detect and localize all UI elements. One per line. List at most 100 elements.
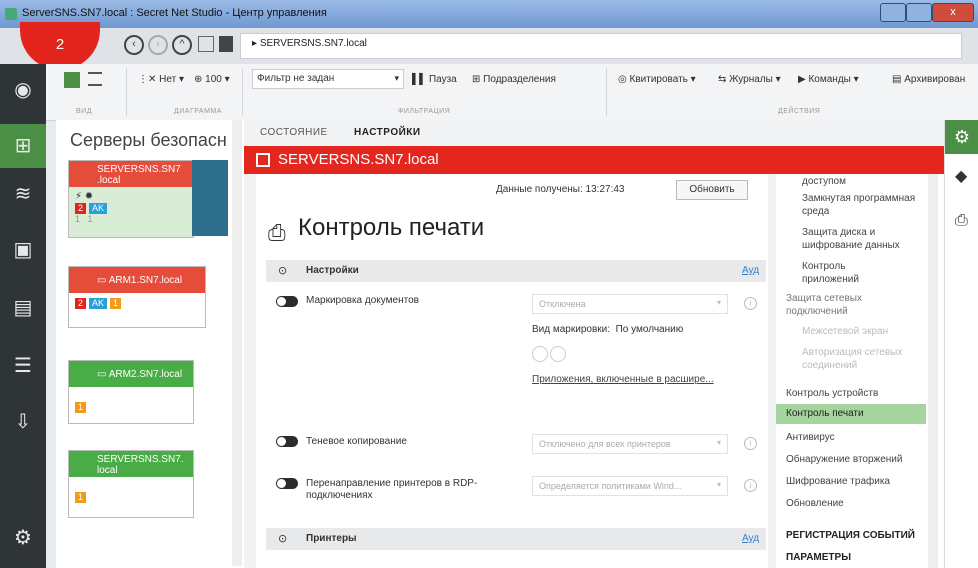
pause-label: Пауза — [428, 74, 457, 85]
nav-item[interactable]: Защита диска и шифрование данных — [802, 226, 922, 252]
badge-ak: AK — [89, 298, 108, 309]
mark-type-label: Вид маркировки: — [532, 324, 611, 335]
user-icon[interactable]: ◉ — [11, 78, 35, 102]
mark-type-row: Вид маркировки: По умолчанию — [532, 324, 683, 335]
address-bar: ‹ › ^ ▸ SERVERSNS.SN7.local — [0, 28, 978, 65]
received-label: Данные получены: — [496, 184, 583, 195]
info-icon[interactable]: i — [744, 479, 757, 492]
info-icon[interactable]: i — [744, 437, 757, 450]
tab-status[interactable]: СОСТОЯНИЕ — [260, 127, 328, 138]
main-panel: СОСТОЯНИЕ НАСТРОЙКИ SERVERSNS.SN7.local … — [244, 120, 944, 568]
filter-select[interactable]: Фильтр не задан ▾ — [252, 69, 404, 89]
page-title: Контроль печати — [298, 214, 485, 241]
nav-item[interactable]: Обновление — [786, 498, 844, 509]
separator — [242, 68, 243, 116]
nav-item[interactable]: Обнаружение вторжений — [786, 454, 902, 465]
card-actions[interactable] — [192, 160, 228, 236]
edit-icon[interactable] — [550, 346, 566, 362]
server-card[interactable]: SERVERSNS.SN7. local 1 — [68, 450, 194, 518]
scrollbar[interactable] — [232, 120, 242, 566]
journal-icon[interactable]: ▤ — [11, 296, 35, 320]
toggle-switch[interactable] — [276, 478, 298, 489]
filtration-caption: ФИЛЬТРАЦИЯ — [398, 108, 451, 115]
ack-button[interactable]: ◎ Квитировать ▾ — [618, 74, 696, 85]
back-icon[interactable]: ‹ — [124, 35, 144, 55]
nav-item[interactable]: Контроль устройств — [786, 388, 878, 399]
settings-content: Данные получены: 13:27:43 Обновить ⎙ Кон… — [256, 174, 768, 568]
units-button[interactable]: ⊞ Подразделения — [472, 74, 556, 85]
info-icon[interactable]: i — [744, 297, 757, 310]
server-icon[interactable] — [219, 36, 233, 52]
settings-gear-icon[interactable]: ⚙ — [945, 120, 978, 154]
zoom-dropdown[interactable]: ⊕ 100 ▾ — [194, 74, 230, 85]
printers-section-header[interactable]: ⊙ Принтеры Ауд — [266, 528, 766, 550]
setting-dropdown[interactable]: Отключена ▾ — [532, 294, 728, 314]
nav-item[interactable]: Межсетевой экран — [802, 326, 888, 337]
breadcrumb[interactable]: ▸ SERVERSNS.SN7.local — [252, 38, 367, 49]
setting-label: Маркировка документов — [306, 295, 419, 306]
badge-count: 2 — [75, 298, 87, 309]
grid-view-icon[interactable] — [64, 72, 80, 88]
sidebar-item-servers[interactable]: ⊞ — [0, 124, 46, 168]
nav-item[interactable]: доступом — [802, 176, 846, 187]
toggle-switch[interactable] — [276, 436, 298, 447]
server-card[interactable]: ▭ ARM2.SN7.local 1 — [68, 360, 194, 424]
badge-warn: 1 — [75, 492, 87, 503]
pin-icon[interactable]: ◆ — [955, 166, 967, 186]
server-card-header: SERVERSNS.SN7 .local — [69, 161, 193, 187]
nav-item-selected[interactable]: Контроль печати — [776, 404, 926, 424]
download-icon[interactable]: ⇩ — [11, 410, 35, 434]
info-circle-icon[interactable] — [532, 346, 548, 362]
notification-count: 2 — [55, 36, 65, 53]
network-icon[interactable] — [198, 36, 214, 52]
pause-button[interactable]: ▌▌ Пауза — [412, 74, 457, 85]
minimize-button[interactable] — [880, 3, 906, 22]
server-card-status: 1 — [69, 387, 193, 413]
refresh-button[interactable]: Обновить — [676, 180, 748, 200]
setting-dropdown[interactable]: Отключено для всех принтеров ▾ — [532, 434, 728, 454]
archive-button[interactable]: ▤ Архивирован — [892, 74, 965, 85]
collapse-icon: ⊙ — [278, 265, 288, 277]
card-num: 1 — [75, 214, 81, 224]
badge-warn: 1 — [75, 402, 87, 413]
setting-dropdown[interactable]: Определяется политиками Wind... ▾ — [532, 476, 728, 496]
nav-item[interactable]: Шифрование трафика — [786, 476, 890, 487]
logs-button[interactable]: ⇆ Журналы ▾ — [718, 74, 781, 85]
devices-icon[interactable]: ▣ — [11, 238, 35, 262]
server-card[interactable]: ▭ ARM1.SN7.local 2 AK 1 — [68, 266, 206, 328]
printer-icon[interactable]: ⎙ — [955, 212, 968, 230]
units-label: Подразделения — [483, 74, 556, 85]
tabs: СОСТОЯНИЕ НАСТРОЙКИ — [244, 120, 944, 146]
nav-group-params[interactable]: ПАРАМЕТРЫ — [786, 552, 851, 563]
setting-label: Теневое копирование — [306, 436, 407, 447]
server-card[interactable]: SERVERSNS.SN7 .local ⚡ ✹ 2 AK 1 1 — [68, 160, 194, 238]
server-card-header: SERVERSNS.SN7. local — [69, 451, 193, 477]
received-time: 13:27:43 — [585, 184, 625, 195]
nav-item[interactable]: Контроль приложений — [802, 260, 902, 286]
up-icon[interactable]: ^ — [172, 35, 192, 55]
nav-group-events[interactable]: РЕГИСТРАЦИЯ СОБЫТИЙ — [786, 530, 915, 541]
forward-icon[interactable]: › — [148, 35, 168, 55]
maximize-button[interactable] — [906, 3, 932, 22]
apps-link[interactable]: Приложения, включенные в расшире... — [532, 374, 714, 385]
nav-item[interactable]: Замкнутая программная среда — [802, 192, 922, 218]
tab-settings[interactable]: НАСТРОЙКИ — [354, 127, 421, 138]
settings-gear-icon[interactable]: ⚙ — [11, 526, 35, 550]
console-icon[interactable]: ☰ — [11, 354, 35, 378]
list-view-icon[interactable] — [88, 72, 102, 86]
scrollbar[interactable] — [928, 174, 938, 568]
nav-item[interactable]: Авторизация сетевых соединений — [802, 346, 912, 372]
settings-section-header[interactable]: ⊙ Настройки Ауд — [266, 260, 766, 282]
section-link[interactable]: Ауд — [742, 265, 759, 276]
policies-icon[interactable]: ≋ — [11, 182, 35, 206]
nav-item[interactable]: Защита сетевых подключений — [786, 292, 906, 318]
nav-item[interactable]: Антивирус — [786, 432, 835, 443]
toggle-switch[interactable] — [276, 296, 298, 307]
no-dropdown[interactable]: ⋮✕ Нет ▾ — [138, 74, 184, 85]
section-link[interactable]: Ауд — [742, 533, 759, 544]
commands-label: Команды — [808, 74, 851, 85]
close-button[interactable]: x — [932, 3, 974, 22]
badge-warn: 1 — [110, 298, 122, 309]
commands-button[interactable]: ▶ Команды ▾ — [798, 74, 859, 85]
window-title: ServerSNS.SN7.local : Secret Net Studio … — [22, 7, 327, 19]
